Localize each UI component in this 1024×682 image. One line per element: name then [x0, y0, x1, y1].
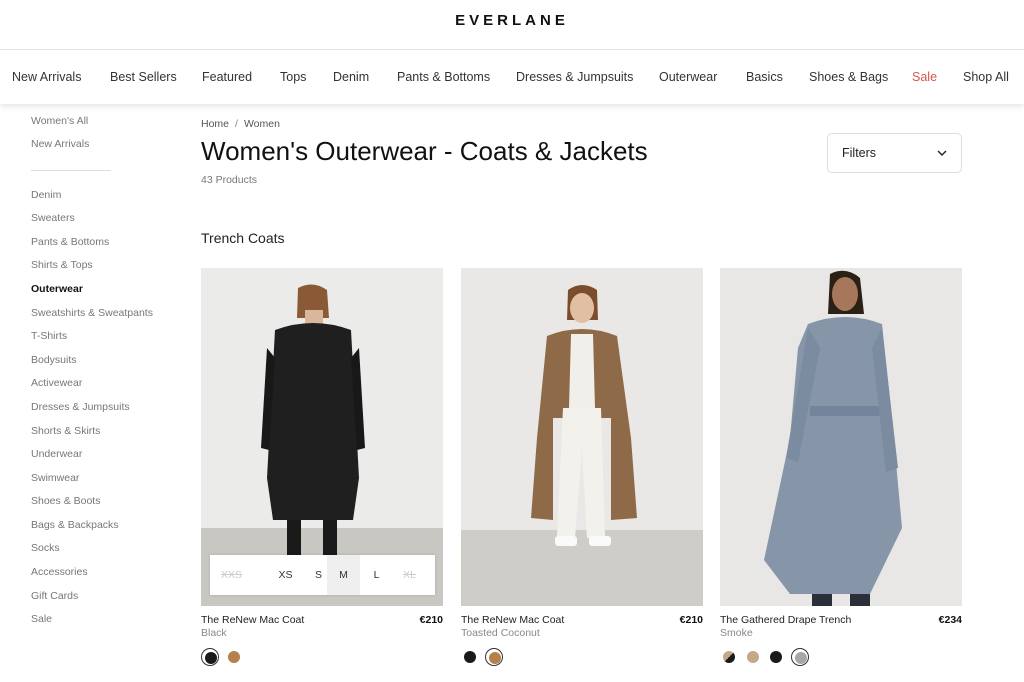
main-nav: New Arrivals Best Sellers Featured Tops …	[0, 50, 1024, 104]
product-price: €210	[679, 614, 703, 626]
sidebar-item-sweaters[interactable]: Sweaters	[31, 212, 75, 224]
breadcrumb-home[interactable]: Home	[201, 118, 229, 130]
sidebar-item-womens-all[interactable]: Women's All	[31, 115, 88, 127]
color-swatch[interactable]	[767, 648, 785, 666]
product-count: 43 Products	[201, 174, 258, 186]
product-color: Black	[201, 627, 227, 639]
size-option: XL	[403, 569, 416, 581]
nav-sale[interactable]: Sale	[912, 70, 937, 84]
size-option[interactable]: XS	[269, 555, 302, 595]
filters-label: Filters	[842, 146, 877, 160]
sidebar-item-dresses-jumpsuits[interactable]: Dresses & Jumpsuits	[31, 401, 130, 413]
nav-featured[interactable]: Featured	[202, 70, 252, 84]
product-color: Smoke	[720, 627, 753, 639]
color-swatch[interactable]	[791, 648, 809, 666]
sidebar-item-sweatshirts[interactable]: Sweatshirts & Sweatpants	[31, 307, 153, 319]
sidebar-item-bodysuits[interactable]: Bodysuits	[31, 354, 77, 366]
nav-shoes-bags[interactable]: Shoes & Bags	[809, 70, 888, 84]
brand-logo[interactable]: EVERLANE	[0, 12, 1024, 29]
filters-dropdown[interactable]: Filters	[827, 133, 962, 173]
product-card[interactable]: The Gathered Drape Trench €234 Smoke	[720, 268, 962, 666]
nav-denim[interactable]: Denim	[333, 70, 369, 84]
product-image[interactable]	[720, 268, 962, 606]
sidebar-item-shoes-boots[interactable]: Shoes & Boots	[31, 495, 100, 507]
sidebar-item-new-arrivals[interactable]: New Arrivals	[31, 138, 89, 150]
section-title: Trench Coats	[201, 230, 285, 246]
product-image[interactable]: XXS XS S M L XL	[201, 268, 443, 606]
sidebar-item-pants-bottoms[interactable]: Pants & Bottoms	[31, 236, 109, 248]
breadcrumb-separator: /	[235, 118, 238, 130]
color-swatch[interactable]	[744, 648, 762, 666]
sidebar-item-shirts-tops[interactable]: Shirts & Tops	[31, 259, 93, 271]
product-color: Toasted Coconut	[461, 627, 540, 639]
size-option[interactable]: L	[360, 555, 393, 595]
nav-outerwear[interactable]: Outerwear	[659, 70, 717, 84]
breadcrumb: Home / Women	[201, 118, 280, 130]
nav-best-sellers[interactable]: Best Sellers	[110, 70, 177, 84]
size-option[interactable]: M	[327, 555, 360, 595]
product-name[interactable]: The ReNew Mac Coat	[201, 614, 304, 626]
page-title: Women's Outerwear - Coats & Jackets	[201, 136, 648, 166]
product-card[interactable]: XXS XS S M L XL The ReNew Mac Coat €210 …	[201, 268, 443, 666]
nav-dresses-jumpsuits[interactable]: Dresses & Jumpsuits	[516, 70, 633, 84]
product-price: €210	[419, 614, 443, 626]
sidebar-item-outerwear[interactable]: Outerwear	[31, 283, 83, 295]
size-option: XXS	[220, 569, 242, 581]
sidebar-item-underwear[interactable]: Underwear	[31, 448, 82, 460]
product-price: €234	[938, 614, 962, 626]
chevron-down-icon	[937, 150, 947, 156]
nav-new-arrivals[interactable]: New Arrivals	[12, 70, 81, 84]
sidebar-item-shorts-skirts[interactable]: Shorts & Skirts	[31, 425, 100, 437]
sidebar-item-denim[interactable]: Denim	[31, 189, 61, 201]
color-swatch[interactable]	[485, 648, 503, 666]
sidebar-item-activewear[interactable]: Activewear	[31, 377, 82, 389]
nav-basics[interactable]: Basics	[746, 70, 783, 84]
size-selector: XXS XS S M L XL	[210, 555, 435, 595]
sidebar-item-swimwear[interactable]: Swimwear	[31, 472, 79, 484]
nav-shop-all[interactable]: Shop All	[963, 70, 1009, 84]
product-name[interactable]: The Gathered Drape Trench	[720, 614, 851, 626]
sidebar-item-sale[interactable]: Sale	[31, 613, 52, 625]
color-swatch[interactable]	[461, 648, 479, 666]
nav-tops[interactable]: Tops	[280, 70, 306, 84]
sidebar-item-bags-backpacks[interactable]: Bags & Backpacks	[31, 519, 119, 531]
sidebar-divider	[31, 170, 111, 171]
breadcrumb-women[interactable]: Women	[244, 118, 280, 130]
sidebar-item-t-shirts[interactable]: T-Shirts	[31, 330, 67, 342]
product-name[interactable]: The ReNew Mac Coat	[461, 614, 564, 626]
sidebar-item-socks[interactable]: Socks	[31, 542, 60, 554]
product-card[interactable]: The ReNew Mac Coat €210 Toasted Coconut	[461, 268, 703, 666]
product-image[interactable]	[461, 268, 703, 606]
sidebar-item-accessories[interactable]: Accessories	[31, 566, 88, 578]
color-swatch[interactable]	[225, 648, 243, 666]
color-swatch[interactable]	[201, 648, 219, 666]
nav-pants-bottoms[interactable]: Pants & Bottoms	[397, 70, 490, 84]
sidebar-item-gift-cards[interactable]: Gift Cards	[31, 590, 78, 602]
color-swatch[interactable]	[720, 648, 738, 666]
